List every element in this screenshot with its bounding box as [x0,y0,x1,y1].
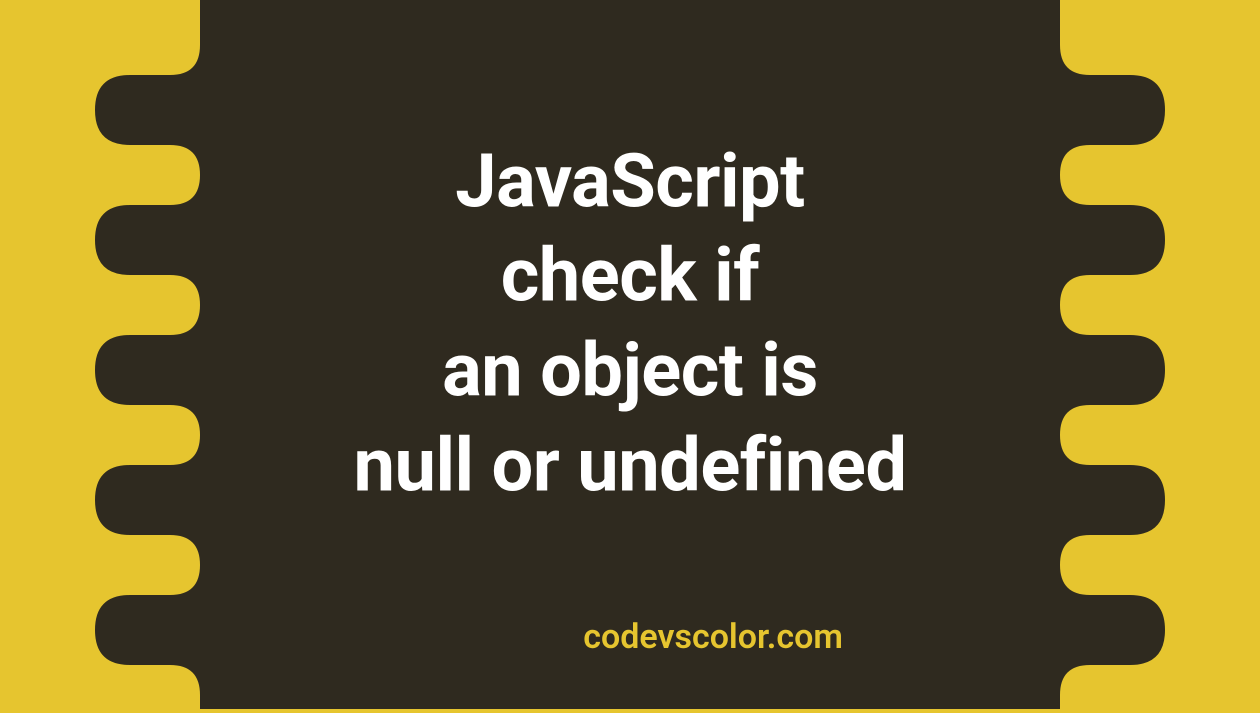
title-line-2: check if [501,232,760,319]
site-url-label: codevscolor.com [583,617,843,657]
main-content: JavaScript check if an object is null or… [0,135,1260,514]
title-line-4: null or undefined [354,422,907,509]
page-title: JavaScript check if an object is null or… [0,135,1260,514]
title-line-3: an object is [442,327,818,414]
title-line-1: JavaScript [455,138,804,225]
